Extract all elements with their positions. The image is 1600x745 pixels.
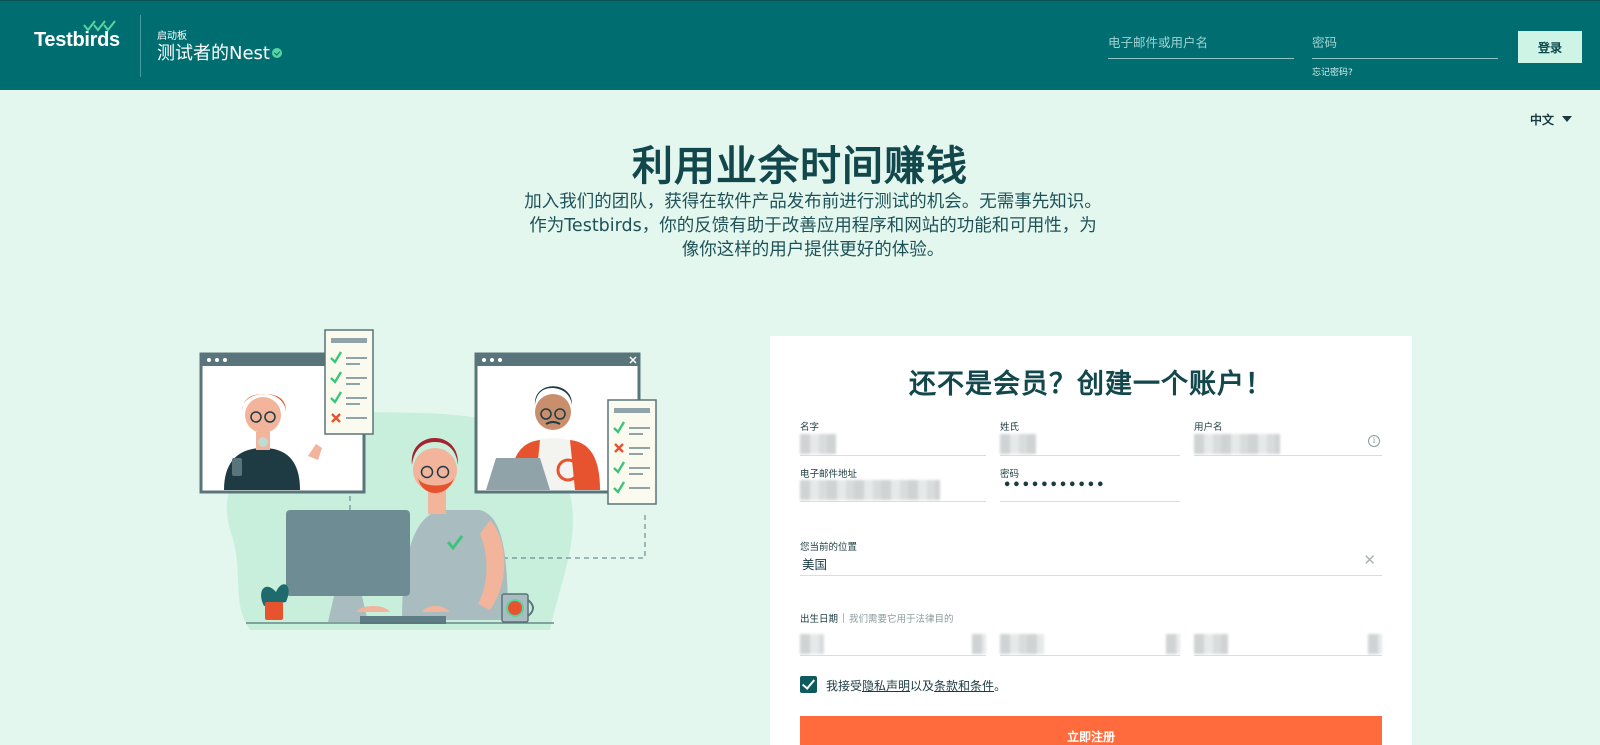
accept-prefix: 我接受	[826, 679, 863, 693]
product-name-text: 测试者的Nest	[157, 43, 270, 64]
signup-form-card: 还不是会员？创建一个账户！ 名字 姓氏 用户名 i 电子邮件地址 密码 ••••…	[770, 336, 1412, 745]
accept-suffix: 。	[994, 679, 1007, 693]
dob-year-select[interactable]	[1194, 630, 1382, 656]
header-password-field	[1312, 29, 1498, 59]
clear-icon[interactable]: ✕	[1363, 551, 1376, 569]
location-select[interactable]: 美国 ✕	[800, 550, 1382, 576]
email-field[interactable]	[800, 476, 986, 502]
redacted-dob-month	[800, 634, 824, 654]
accept-middle: 以及	[910, 679, 935, 693]
verified-badge-icon	[271, 48, 282, 58]
email-or-username-input[interactable]	[1108, 29, 1294, 55]
password-value: •••••••••••	[1003, 478, 1106, 493]
redacted-first-name	[800, 434, 836, 454]
accept-terms-checkbox[interactable]	[800, 676, 817, 693]
redacted-last-name	[1000, 434, 1036, 454]
redacted-username	[1194, 434, 1280, 454]
header-password-input[interactable]	[1312, 29, 1498, 55]
redacted-dob-year-caret	[1368, 634, 1382, 654]
redacted-dob-day	[1000, 634, 1044, 654]
top-header: Testbirds 启动板 测试者的Nest 忘记密码? 登录	[0, 0, 1600, 90]
login-button[interactable]: 登录	[1518, 31, 1582, 63]
register-button[interactable]: 立即注册	[800, 716, 1382, 745]
location-value: 美国	[802, 557, 828, 572]
dob-month-select[interactable]	[800, 630, 986, 656]
redacted-email	[800, 480, 940, 500]
dob-label-text: 出生日期	[800, 614, 839, 625]
terms-link[interactable]: 条款和条件	[934, 679, 994, 693]
dob-label: 出生日期 我们需要它用于法律目的	[800, 611, 954, 625]
info-icon[interactable]: i	[1368, 435, 1380, 447]
chevron-down-icon	[1562, 116, 1573, 122]
testbirds-logo[interactable]: Testbirds	[34, 20, 120, 52]
forgot-password-link[interactable]: 忘记密码?	[1312, 65, 1353, 78]
password-field[interactable]: •••••••••••	[1000, 476, 1180, 502]
redacted-dob-month-caret	[972, 634, 986, 654]
accept-terms-text: 我接受隐私声明以及条款和条件。	[826, 677, 1006, 694]
first-name-field[interactable]	[800, 430, 986, 456]
dob-hint: 我们需要它用于法律目的	[849, 614, 954, 625]
testers-illustration	[199, 329, 657, 630]
header-divider	[140, 15, 141, 77]
hero-title: 利用业余时间赚钱	[632, 142, 968, 190]
redacted-dob-day-caret	[1166, 634, 1180, 654]
dob-day-select[interactable]	[1000, 630, 1180, 656]
dob-separator	[843, 613, 845, 623]
language-selector[interactable]: 中文	[1530, 111, 1573, 128]
language-label: 中文	[1530, 113, 1555, 127]
last-name-field[interactable]	[1000, 430, 1180, 456]
header-email-field	[1108, 29, 1294, 59]
signup-title: 还不是会员？创建一个账户！	[909, 369, 1273, 400]
redacted-dob-year	[1194, 634, 1228, 654]
privacy-policy-link[interactable]: 隐私声明	[862, 679, 910, 693]
username-field[interactable]: i	[1194, 430, 1382, 456]
hero-description: 加入我们的团队，获得在软件产品发布前进行测试的机会。无需事先知识。作为Testb…	[524, 192, 1102, 260]
product-name: 测试者的Nest	[157, 39, 282, 65]
logo-checkmarks-icon	[83, 20, 116, 32]
